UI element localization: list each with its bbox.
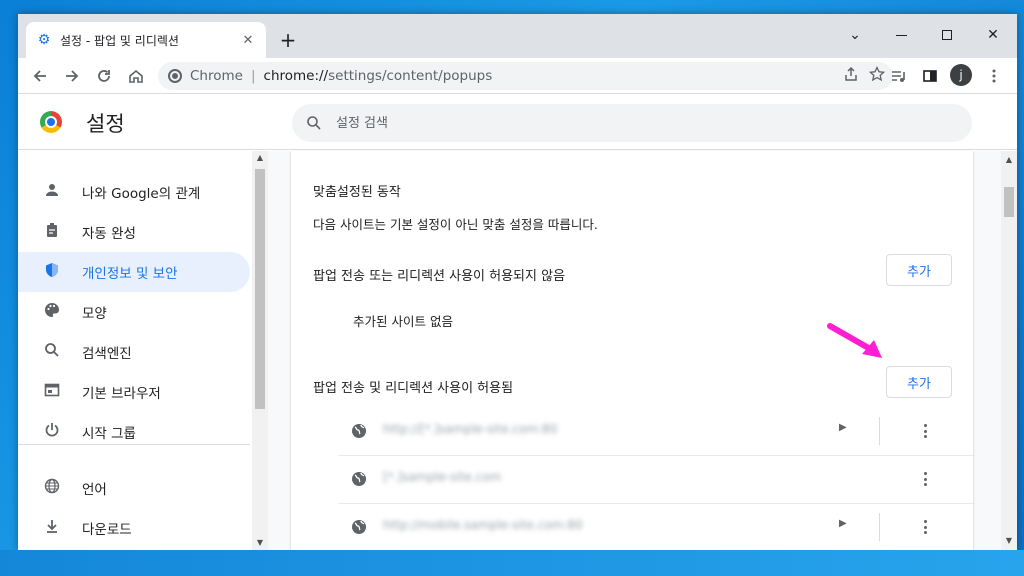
sidebar-item-label: 다운로드 [82,522,132,538]
sidebar-item-label: 언어 [82,482,107,498]
new-tab-button[interactable]: + [276,28,300,52]
more-vert-icon[interactable] [911,417,939,445]
allowed-section-label: 팝업 전송 및 리디렉션 사용이 허용됨 [313,381,514,396]
person-icon [42,182,62,202]
sidebar-item-languages[interactable]: 언어 [18,468,250,508]
sidebar-item-label: 개인정보 및 보안 [82,266,178,282]
media-control-icon[interactable] [884,62,912,90]
settings-sidebar: 나와 Google의 관계 자동 완성 개인정보 및 보안 모양 검색엔진 기본… [18,151,268,550]
main-scrollbar[interactable]: ▲ ▼ [1001,151,1017,550]
maximize-icon [942,30,952,40]
search-icon [306,115,322,131]
site-row[interactable]: http://[*.]sample-site.com:80 ▶ [291,407,973,455]
minimize-icon [895,34,907,36]
settings-search-input[interactable] [336,115,958,131]
site-url: http://mobile.sample-site.com:80 [383,518,583,532]
omnibox-separator: | [250,68,256,84]
add-blocked-site-button[interactable]: 추가 [886,254,952,286]
more-vert-icon[interactable] [911,513,939,541]
no-sites-message: 추가된 사이트 없음 [353,314,453,329]
close-tab-icon[interactable]: ✕ [240,33,256,48]
back-arrow-icon[interactable] [26,62,54,90]
sidebar-item-label: 모양 [82,306,107,322]
site-url: http://[*.]sample-site.com:80 [383,422,558,436]
arrow-right-icon[interactable]: ▶ [839,518,847,529]
browser-window: ⚙ 설정 - 팝업 및 리디렉션 ✕ + ⌄ ✕ Chrome | chrome… [18,14,1017,550]
site-row[interactable]: http://mobile.sample-site.com:80 ▶ [291,503,973,550]
address-bar[interactable]: Chrome | chrome://settings/content/popup… [158,62,893,90]
sidebar-item-appearance[interactable]: 모양 [18,292,250,332]
globe-icon [352,424,366,438]
scroll-down-arrow-icon[interactable]: ▼ [1001,534,1017,548]
add-allowed-site-button[interactable]: 추가 [886,366,952,398]
browser-toolbar: Chrome | chrome://settings/content/popup… [18,58,1017,94]
sidebar-item-search-engine[interactable]: 검색엔진 [18,332,250,372]
reload-icon[interactable] [90,62,118,90]
sidebar-item-label: 자동 완성 [82,226,136,242]
globe-icon [352,520,366,534]
sidebar-item-autofill[interactable]: 자동 완성 [18,212,250,252]
omnibox-chrome-label: Chrome [190,68,243,84]
scroll-down-arrow-icon[interactable]: ▼ [252,536,268,550]
sidebar-item-privacy-security[interactable]: 개인정보 및 보안 [18,252,250,292]
sidebar-item-default-browser[interactable]: 기본 브라우저 [18,372,250,412]
tab-search-icon[interactable]: ⌄ [832,20,878,50]
shield-icon [42,262,62,282]
blocked-section-label: 팝업 전송 또는 리디렉션 사용이 허용되지 않음 [313,269,566,284]
settings-search[interactable] [292,104,972,142]
sidebar-divider [18,444,250,445]
globe-icon [42,478,62,498]
row-divider [879,513,880,541]
page-title: 설정 [86,112,125,136]
palette-icon [42,302,62,322]
tab-settings[interactable]: ⚙ 설정 - 팝업 및 리디렉션 ✕ [26,22,266,58]
chrome-menu-icon[interactable] [980,62,1008,90]
sidebar-item-on-startup[interactable]: 시작 그룹 [18,412,250,452]
power-icon [42,422,62,442]
sidebar-item-label: 나와 Google의 관계 [82,186,201,202]
side-panel-icon[interactable] [916,62,944,90]
settings-header: 설정 [18,94,1017,150]
home-icon[interactable] [122,62,150,90]
site-row[interactable]: [*.]sample-site.com [291,455,973,503]
chrome-icon [168,69,182,83]
omnibox-actions [843,65,886,86]
scrollbar-thumb[interactable] [1004,187,1014,217]
arrow-right-icon[interactable]: ▶ [839,422,847,433]
row-divider [879,417,880,445]
clipboard-icon [42,222,62,242]
scroll-up-arrow-icon[interactable]: ▲ [252,151,268,165]
gear-icon: ⚙ [37,32,51,48]
forward-arrow-icon[interactable] [58,62,86,90]
scroll-up-arrow-icon[interactable]: ▲ [1001,153,1017,167]
site-url: [*.]sample-site.com [383,470,502,484]
custom-behaviors-description: 다음 사이트는 기본 설정이 아닌 맞춤 설정을 따릅니다. [313,217,598,232]
maximize-button[interactable] [924,20,970,50]
sidebar-scrollbar[interactable]: ▲ ▼ [252,151,268,550]
tab-strip: ⚙ 설정 - 팝업 및 리디렉션 ✕ + ⌄ ✕ [18,14,1017,58]
annotation-arrow-icon [827,323,882,358]
search-icon [42,342,62,362]
chrome-logo-icon [40,111,62,133]
omnibox-url-path: settings/content/popups [328,68,493,84]
scrollbar-thumb[interactable] [255,169,265,409]
omnibox-url-host: chrome:// [263,68,329,84]
close-window-button[interactable]: ✕ [970,20,1016,50]
bookmark-star-icon[interactable] [868,65,886,86]
sidebar-item-you-and-google[interactable]: 나와 Google의 관계 [18,172,250,212]
profile-avatar[interactable]: j [950,64,972,86]
sidebar-item-label: 기본 브라우저 [82,386,161,402]
share-icon[interactable] [843,66,859,86]
download-icon [42,518,62,538]
sidebar-item-label: 시작 그룹 [82,426,136,442]
minimize-button[interactable] [878,20,924,50]
sidebar-item-downloads[interactable]: 다운로드 [18,508,250,548]
globe-icon [352,472,366,486]
more-vert-icon[interactable] [911,465,939,493]
tab-title: 설정 - 팝업 및 리디렉션 [60,33,179,48]
sidebar-item-label: 검색엔진 [82,346,132,362]
custom-behaviors-title: 맞춤설정된 동작 [313,185,401,200]
browser-icon [42,382,62,402]
desktop-background [0,550,1024,576]
